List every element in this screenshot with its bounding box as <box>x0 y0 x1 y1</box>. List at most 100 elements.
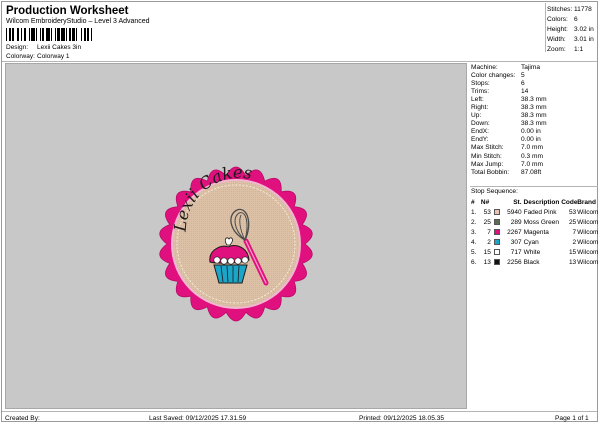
embroidery-patch: Lexii Cakes <box>159 163 313 322</box>
machine-info-row: Machine: Tajima <box>471 63 598 71</box>
info-label: Min Stitch: <box>471 152 502 160</box>
thread-code: 7 <box>572 228 577 236</box>
info-value: 7.0 mm <box>521 144 543 152</box>
info-label: Total Bobbin: <box>471 168 510 176</box>
design-barcode <box>6 28 130 41</box>
info-value: Tajima <box>521 63 541 71</box>
info-value: 38.3 mm <box>521 120 547 128</box>
stitch-count: 289 <box>510 218 522 226</box>
machine-info-panel: Machine: Tajima Color changes: 5 Stops: 6 Trim… <box>471 63 598 176</box>
thread-code: 25 <box>568 218 577 226</box>
table-row: 5. 15 717 White 15 Wilcom <box>471 247 599 257</box>
info-value: 38.3 mm <box>521 104 547 112</box>
needle-number: 25 <box>483 218 491 226</box>
stitch-count: 717 <box>510 248 522 256</box>
section-divider <box>2 61 597 62</box>
stop-divider <box>470 186 598 187</box>
table-row: 1. 53 5940 Faded Pink 53 Wilcom <box>471 207 599 217</box>
table-row: 2. 25 289 Moss Green 25 Wilcom <box>471 217 599 227</box>
machine-info-row: Max Stitch: 7.0 mm <box>471 144 598 152</box>
info-value: 38.3 mm <box>521 95 547 103</box>
stitch-count: 2256 <box>507 258 522 266</box>
info-label: Trims: <box>471 87 490 95</box>
machine-info-row: Right: 38.3 mm <box>471 103 598 111</box>
machine-info-row: Max Jump: 7.0 mm <box>471 160 598 168</box>
thread-brand: Wilcom <box>577 238 599 246</box>
machine-info-row: Min Stitch: 0.3 mm <box>471 152 598 160</box>
colorway-value: Colorway 1 <box>37 53 70 60</box>
info-value: 6 <box>521 79 525 87</box>
needle-number: 2 <box>487 238 491 246</box>
machine-info-row: Color changes: 5 <box>471 71 598 79</box>
header-divider <box>545 3 546 52</box>
info-value: 5 <box>521 71 525 79</box>
table-row: 3. 7 2267 Magenta 7 Wilcom <box>471 227 599 237</box>
stitch-count: 307 <box>510 238 522 246</box>
table-header: # N# St. Description Code Brand <box>471 198 596 206</box>
thread-brand: Wilcom <box>577 228 599 236</box>
thread-description: Cyan <box>523 238 539 246</box>
stat-row: Height: 3.02 in <box>547 25 594 33</box>
info-label: Up: <box>471 112 482 120</box>
row-index: 5. <box>471 248 477 256</box>
needle-number: 53 <box>483 208 491 216</box>
thread-brand: Wilcom <box>577 218 599 226</box>
info-label: Max Jump: <box>471 160 504 168</box>
design-row: Design: Lexii Cakes 3in <box>6 44 81 51</box>
printed-date: Printed: 09/12/2025 18.05.35 <box>359 415 445 422</box>
stop-sequence-table: # N# St. Description Code Brand 1. 53 5940… <box>471 197 599 267</box>
info-label: Down: <box>471 120 490 128</box>
thread-code: 53 <box>568 208 577 216</box>
design-stats: Stitches: 11778 Colors: 6 Height: 3.02 in W… <box>547 4 599 55</box>
thread-code: 15 <box>568 248 577 256</box>
machine-info-row: Down: 38.3 mm <box>471 120 598 128</box>
thread-description: Magenta <box>523 228 549 236</box>
stitch-count: 5940 <box>507 208 522 216</box>
stat-row: Width: 3.01 in <box>547 36 594 44</box>
needle-number: 13 <box>483 258 491 266</box>
table-row: 4. 2 307 Cyan 2 Wilcom <box>471 237 599 247</box>
info-label: Machine: <box>471 63 498 71</box>
info-label: Stops: <box>471 79 490 87</box>
color-swatch <box>493 249 500 255</box>
last-saved: Last Saved: 09/12/2025 17.31.59 <box>149 415 247 422</box>
color-swatch <box>493 239 500 245</box>
info-label: Max Stitch: <box>471 144 504 152</box>
stop-sequence-title: Stop Sequence: <box>471 188 518 195</box>
machine-info-row: EndY: 0.00 in <box>471 136 598 144</box>
worksheet-footer: Created By: Last Saved: 09/12/2025 17.31… <box>2 411 597 424</box>
design-preview: Lexii Cakes <box>5 63 467 409</box>
info-value: 0.3 mm <box>521 152 543 160</box>
info-label: Color changes: <box>471 71 516 79</box>
color-swatch <box>493 229 500 235</box>
thread-code: 13 <box>568 258 577 266</box>
design-label: Design: <box>6 44 29 51</box>
machine-info-row: Trims: 14 <box>471 87 598 95</box>
machine-info-row: Stops: 6 <box>471 79 598 87</box>
thread-description: Faded Pink <box>523 208 557 216</box>
info-value: 7.0 mm <box>521 160 543 168</box>
stat-row: Colors: 6 <box>547 15 578 23</box>
info-value: 0.00 in <box>521 136 541 144</box>
row-index: 3. <box>471 228 477 236</box>
info-value: 0.00 in <box>521 128 541 136</box>
row-index: 1. <box>471 208 477 216</box>
worksheet-title: Production Worksheet <box>6 5 129 17</box>
software-name: Wilcom EmbroideryStudio – Level 3 Advanc… <box>6 18 150 25</box>
machine-info-row: Total Bobbin: 87.08ft <box>471 168 598 176</box>
created-by: Created By: <box>5 415 40 422</box>
thread-brand: Wilcom <box>577 258 599 266</box>
thread-brand: Wilcom <box>577 248 599 256</box>
stitch-count: 2267 <box>507 228 522 236</box>
color-swatch <box>493 219 500 225</box>
info-label: EndY: <box>471 136 489 144</box>
color-swatch <box>493 209 500 215</box>
machine-info-row: EndX: 0.00 in <box>471 128 598 136</box>
design-value: Lexii Cakes 3in <box>37 44 82 51</box>
needle-number: 15 <box>483 248 491 256</box>
info-value: 87.08ft <box>521 168 542 176</box>
page-number: Page 1 of 1 <box>555 415 589 422</box>
info-label: Left: <box>471 95 484 103</box>
table-row: 6. 13 2256 Black 13 Wilcom <box>471 257 599 267</box>
info-value: 38.3 mm <box>521 112 547 120</box>
